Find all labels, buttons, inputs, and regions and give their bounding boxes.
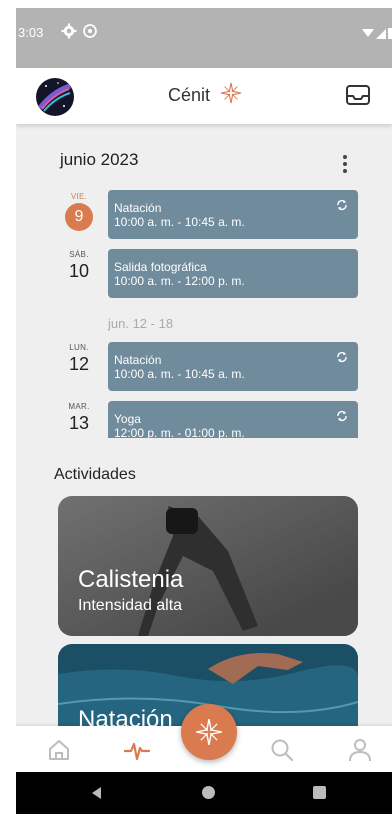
avatar-galaxy-image [36, 78, 74, 116]
app-title: Cénit [168, 85, 211, 105]
compass-star-logo-icon [220, 82, 242, 104]
week-range-label: jun. 12 - 18 [108, 316, 174, 331]
event-time: 12:00 p. m. - 01:00 p. m. [114, 426, 245, 438]
day-number: 12 [68, 354, 90, 374]
compass-star-icon [196, 719, 222, 745]
system-navigation-bar [16, 772, 392, 814]
activity-icon[interactable] [124, 737, 150, 763]
back-icon[interactable] [90, 786, 102, 800]
calendar-event[interactable]: Natación 10:00 a. m. - 10:45 a. m. [108, 342, 358, 391]
event-title: Salida fotográfica [114, 260, 207, 274]
phone-screen: 3:03 Cénit junio 2023 VIE. 9 Natación 10… [16, 8, 392, 814]
activity-card-calistenia[interactable]: Calistenia Intensidad alta [58, 496, 358, 636]
day-of-week: LUN. [69, 343, 89, 352]
event-title: Yoga [114, 412, 141, 426]
inbox-icon[interactable] [345, 83, 371, 107]
day-of-week: SÁB. [69, 250, 89, 259]
agenda-list[interactable]: VIE. 9 Natación 10:00 a. m. - 10:45 a. m… [52, 186, 362, 438]
card-title: Natación [78, 706, 173, 726]
settings-gear-icon [61, 23, 77, 39]
home-button-icon[interactable] [202, 786, 215, 799]
home-icon[interactable] [46, 737, 72, 763]
calendar-event[interactable]: Salida fotográfica 10:00 a. m. - 12:00 p… [108, 249, 358, 298]
today-date-badge: 9 [65, 203, 93, 231]
center-action-button[interactable] [181, 704, 237, 760]
signal-wifi-icon [362, 28, 392, 39]
search-icon[interactable] [269, 737, 295, 763]
status-bar: 3:03 [16, 8, 392, 68]
repeat-icon [337, 351, 347, 363]
event-time: 10:00 a. m. - 10:45 a. m. [114, 215, 245, 229]
card-title: Calistenia [78, 566, 184, 593]
event-time: 10:00 a. m. - 12:00 p. m. [114, 274, 245, 288]
avatar[interactable] [36, 78, 74, 116]
event-title: Natación [114, 201, 162, 215]
agenda-day-label: LUN. 12 [52, 343, 106, 375]
app-header: Cénit [16, 68, 392, 124]
repeat-icon [337, 410, 347, 422]
event-time: 10:00 a. m. - 10:45 a. m. [114, 367, 245, 381]
day-number: 13 [68, 413, 90, 433]
day-number: 10 [68, 261, 90, 281]
profile-icon[interactable] [347, 737, 373, 763]
repeat-icon [337, 199, 347, 211]
card-subtitle: Intensidad alta [78, 597, 183, 614]
agenda-day-label: VIE. 9 [52, 192, 106, 231]
day-of-week: MAR. [68, 402, 90, 411]
more-options-icon[interactable] [338, 154, 352, 174]
calendar-event[interactable]: Natación 10:00 a. m. - 10:45 a. m. [108, 190, 358, 239]
day-of-week: VIE. [70, 192, 88, 201]
calendar-event[interactable]: Yoga 12:00 p. m. - 01:00 p. m. [108, 401, 358, 438]
status-time: 3:03 [18, 25, 44, 40]
activities-section-title: Actividades [54, 466, 136, 483]
recent-apps-icon[interactable] [313, 786, 326, 799]
calendar-month-title: junio 2023 [60, 150, 139, 169]
sync-status-icon [83, 24, 97, 38]
event-title: Natación [114, 353, 162, 367]
agenda-day-label: SÁB. 10 [52, 250, 106, 282]
agenda-day-label: MAR. 13 [52, 402, 106, 434]
